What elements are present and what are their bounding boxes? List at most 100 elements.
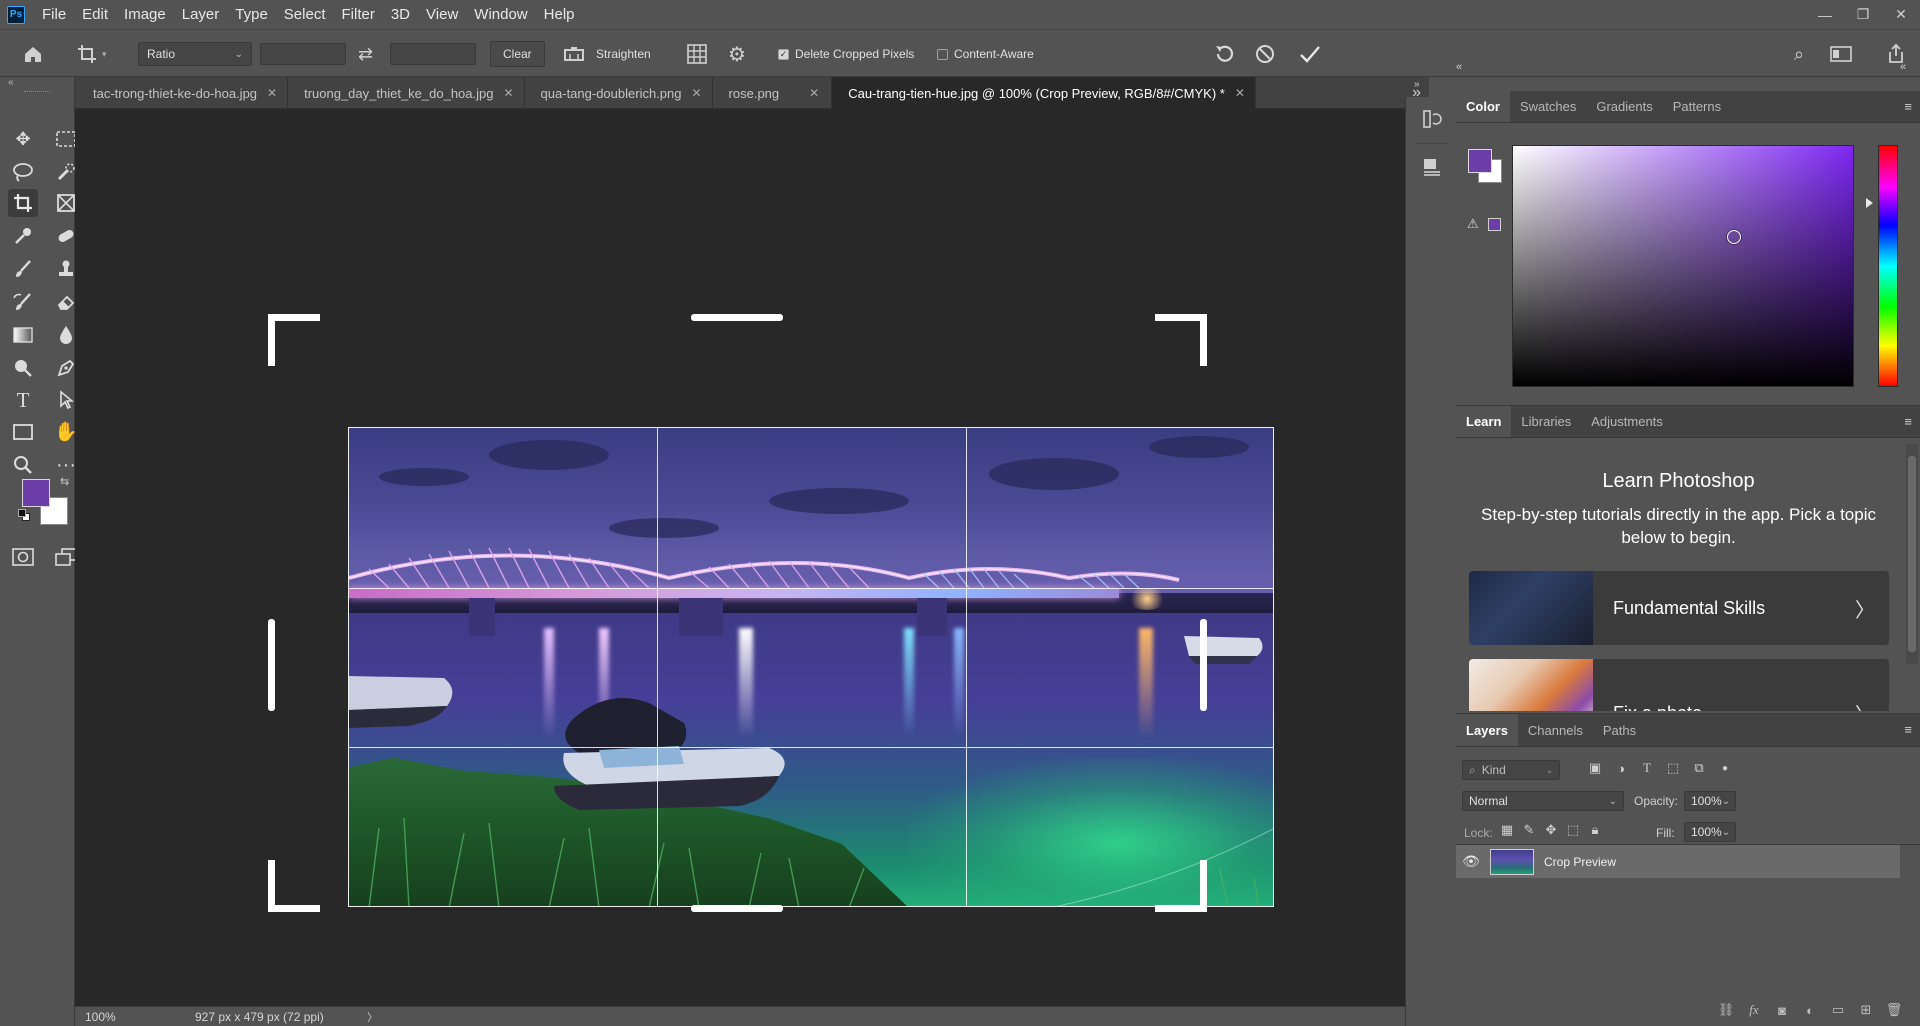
tab-gradients[interactable]: Gradients <box>1586 91 1662 122</box>
pixel-filter-icon[interactable]: ▣ <box>1582 760 1608 776</box>
default-colors-icon[interactable] <box>18 509 30 521</box>
gamut-color-chip[interactable] <box>1488 218 1501 231</box>
layer-name[interactable]: Crop Preview <box>1544 855 1616 869</box>
lasso-tool-icon[interactable] <box>8 158 38 186</box>
menu-layer[interactable]: Layer <box>174 0 228 29</box>
reset-crop-button[interactable] <box>1212 30 1236 78</box>
menu-help[interactable]: Help <box>536 0 583 29</box>
history-brush-tool-icon[interactable] <box>8 288 38 316</box>
lock-all-icon[interactable]: 🔒︎ <box>1584 822 1606 838</box>
scrollbar-thumb[interactable] <box>1908 456 1916 652</box>
group-icon[interactable]: ▭ <box>1824 1002 1852 1018</box>
hue-slider[interactable] <box>1878 145 1898 387</box>
eye-icon[interactable]: 👁︎ <box>1456 853 1486 870</box>
tab-color[interactable]: Color <box>1456 91 1510 122</box>
quick-mask-icon[interactable] <box>8 543 38 571</box>
doc-tab-active[interactable]: Cau-trang-tien-hue.jpg @ 100% (Crop Prev… <box>832 77 1256 109</box>
delete-cropped-pixels-checkbox[interactable]: ✓ Delete Cropped Pixels <box>778 30 914 78</box>
layer-filter-select[interactable]: ⌕ Kind ⌄ <box>1462 760 1561 780</box>
close-window-button[interactable]: ✕ <box>1882 0 1920 29</box>
crop-handle-bottom[interactable] <box>691 905 783 912</box>
ratio-select[interactable]: Ratio ⌄ <box>138 42 252 66</box>
toolbar-grip[interactable] <box>24 91 50 94</box>
collapse-toolbar-icon[interactable]: « <box>8 77 14 88</box>
swap-icon[interactable]: ⇄ <box>358 44 373 65</box>
eyedropper-tool-icon[interactable] <box>8 222 38 250</box>
menu-edit[interactable]: Edit <box>74 0 116 29</box>
crop-handle-bottom-right[interactable] <box>1200 860 1207 912</box>
close-icon[interactable]: ✕ <box>1235 86 1245 100</box>
trash-icon[interactable]: 🗑︎ <box>1880 1002 1908 1018</box>
menu-view[interactable]: View <box>418 0 466 29</box>
zoom-tool-icon[interactable] <box>8 451 38 479</box>
commit-crop-button[interactable] <box>1298 30 1322 78</box>
history-panel-icon[interactable] <box>1420 107 1444 131</box>
tab-channels[interactable]: Channels <box>1518 714 1593 746</box>
tab-libraries[interactable]: Libraries <box>1511 406 1581 437</box>
lock-artboard-icon[interactable]: ⬚ <box>1562 822 1584 838</box>
crop-tool-preset-button[interactable]: ▾ <box>76 30 107 78</box>
restore-button[interactable]: ❐ <box>1844 0 1882 29</box>
layer-row[interactable]: 👁︎ Crop Preview <box>1456 845 1900 878</box>
collapse-dock-icon[interactable]: « <box>1900 61 1906 73</box>
tab-swatches[interactable]: Swatches <box>1510 91 1586 122</box>
menu-type[interactable]: Type <box>227 0 276 29</box>
crop-handle-bottom-left[interactable] <box>268 905 320 912</box>
hue-slider-marker[interactable] <box>1866 198 1873 208</box>
out-of-gamut-warning-icon[interactable]: ⚠ <box>1467 216 1479 232</box>
menu-filter[interactable]: Filter <box>334 0 383 29</box>
type-filter-icon[interactable]: T <box>1634 760 1660 776</box>
menu-select[interactable]: Select <box>276 0 334 29</box>
learn-scrollbar[interactable] <box>1906 444 1918 664</box>
shape-filter-icon[interactable]: ⬚ <box>1660 760 1686 776</box>
crop-handle-top-left[interactable] <box>268 314 275 366</box>
close-icon[interactable]: ✕ <box>809 86 819 100</box>
crop-handle-bottom-left[interactable] <box>268 860 275 912</box>
content-aware-checkbox[interactable]: Content-Aware <box>937 30 1034 78</box>
status-menu-chevron-icon[interactable]: 〉 <box>367 1009 378 1025</box>
clear-button[interactable]: Clear <box>490 41 545 67</box>
canvas-area[interactable] <box>75 109 1413 1006</box>
rectangle-tool-icon[interactable] <box>8 418 38 446</box>
move-tool-icon[interactable]: ✥ <box>8 125 38 153</box>
link-icon[interactable]: ⛓︎ <box>1712 1002 1740 1018</box>
menu-image[interactable]: Image <box>116 0 174 29</box>
type-tool-icon[interactable]: T <box>8 386 38 414</box>
filter-toggle-icon[interactable]: ● <box>1712 763 1738 774</box>
dodge-tool-icon[interactable] <box>8 354 38 382</box>
menu-file[interactable]: File <box>34 0 74 29</box>
minimize-button[interactable]: — <box>1806 0 1844 29</box>
crop-handle-top-right[interactable] <box>1200 314 1207 366</box>
doc-tab[interactable]: rose.png ✕ <box>713 77 833 109</box>
gradient-tool-icon[interactable] <box>8 321 38 349</box>
foreground-color-chip[interactable] <box>1468 149 1492 173</box>
lock-transparency-icon[interactable]: ▦ <box>1496 822 1518 838</box>
ratio-width-input[interactable] <box>260 43 346 65</box>
crop-handle-top-left[interactable] <box>268 314 320 321</box>
learn-card-fix-a-photo[interactable]: Fix a photo 〉 <box>1469 659 1889 711</box>
overlay-grid-button[interactable] <box>686 30 708 78</box>
workspace-icon[interactable] <box>1830 45 1852 63</box>
new-layer-icon[interactable]: ⊞ <box>1852 1002 1880 1018</box>
crop-tool-icon[interactable] <box>8 189 38 217</box>
fx-icon[interactable]: fx <box>1740 1002 1768 1018</box>
crop-preview-image[interactable] <box>348 427 1274 907</box>
crop-handle-right[interactable] <box>1200 619 1207 711</box>
adjustment-filter-icon[interactable]: ◑ <box>1608 761 1634 776</box>
expand-panels-icon[interactable]: » <box>1414 79 1420 90</box>
doc-tab[interactable]: truong_day_thiet_ke_do_hoa.jpg ✕ <box>288 77 525 109</box>
ratio-height-input[interactable] <box>390 43 476 65</box>
color-picker-field[interactable] <box>1512 145 1854 387</box>
swap-colors-icon[interactable]: ⇆ <box>60 475 69 488</box>
straighten-button[interactable]: Straighten <box>562 30 651 78</box>
lock-position-icon[interactable]: ✥ <box>1540 822 1562 838</box>
panel-menu-icon[interactable]: ≡ <box>1904 99 1912 114</box>
zoom-level-field[interactable]: 100% <box>75 1010 133 1024</box>
panel-menu-icon[interactable]: ≡ <box>1904 722 1912 737</box>
tab-learn[interactable]: Learn <box>1456 406 1512 437</box>
cancel-crop-button[interactable] <box>1254 30 1276 78</box>
menu-window[interactable]: Window <box>466 0 535 29</box>
panel-menu-icon[interactable]: ≡ <box>1904 414 1912 429</box>
crop-handle-top[interactable] <box>691 314 783 321</box>
collapse-dock-icon[interactable]: « <box>1456 61 1462 73</box>
